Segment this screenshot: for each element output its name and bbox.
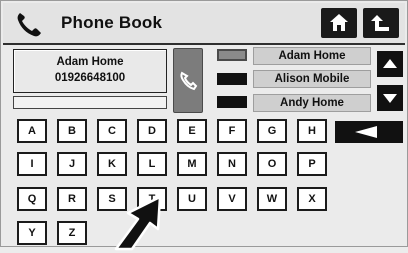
key-v[interactable]: V: [217, 187, 247, 211]
list-item[interactable]: Adam Home: [253, 47, 371, 65]
list-select-indicator[interactable]: [217, 96, 247, 108]
key-d[interactable]: D: [137, 119, 167, 143]
backspace-button[interactable]: [335, 121, 403, 143]
key-u[interactable]: U: [177, 187, 207, 211]
key-z[interactable]: Z: [57, 221, 87, 245]
key-e[interactable]: E: [177, 119, 207, 143]
key-b[interactable]: B: [57, 119, 87, 143]
call-icon: [180, 71, 198, 91]
scroll-down-button[interactable]: [377, 85, 403, 111]
contact-name: Adam Home: [56, 56, 124, 68]
key-h[interactable]: H: [297, 119, 327, 143]
key-p[interactable]: P: [297, 152, 327, 176]
key-m[interactable]: M: [177, 152, 207, 176]
call-button[interactable]: [173, 48, 203, 113]
key-o[interactable]: O: [257, 152, 287, 176]
key-i[interactable]: I: [17, 152, 47, 176]
key-l[interactable]: L: [137, 152, 167, 176]
key-f[interactable]: F: [217, 119, 247, 143]
list-item[interactable]: Alison Mobile: [253, 70, 371, 88]
home-button[interactable]: [321, 8, 357, 38]
key-j[interactable]: J: [57, 152, 87, 176]
key-c[interactable]: C: [97, 119, 127, 143]
selected-contact-display: Adam Home 01926648100: [13, 49, 167, 93]
key-x[interactable]: X: [297, 187, 327, 211]
phone-book-screen: Phone Book Adam Home 01926648100 Adam Ho…: [0, 0, 408, 251]
back-button[interactable]: [363, 8, 399, 38]
scroll-up-button[interactable]: [377, 51, 403, 77]
list-item[interactable]: Andy Home: [253, 94, 371, 112]
phone-icon: [17, 13, 41, 37]
home-icon: [330, 14, 348, 31]
key-w[interactable]: W: [257, 187, 287, 211]
arrow-up-icon: [383, 59, 397, 68]
header-bar: Phone Book: [3, 3, 405, 45]
contact-number: 01926648100: [54, 72, 126, 84]
key-g[interactable]: G: [257, 119, 287, 143]
pointer-cursor-icon: [114, 195, 162, 251]
list-select-indicator[interactable]: [217, 73, 247, 85]
backspace-arrow-icon: [355, 126, 377, 138]
arrow-down-icon: [383, 94, 397, 103]
contact-input-bar: [13, 96, 167, 109]
key-r[interactable]: R: [57, 187, 87, 211]
key-a[interactable]: A: [17, 119, 47, 143]
key-y[interactable]: Y: [17, 221, 47, 245]
key-n[interactable]: N: [217, 152, 247, 176]
key-q[interactable]: Q: [17, 187, 47, 211]
page-title: Phone Book: [61, 13, 163, 32]
back-icon: [371, 15, 389, 31]
key-k[interactable]: K: [97, 152, 127, 176]
list-select-indicator[interactable]: [217, 49, 247, 61]
